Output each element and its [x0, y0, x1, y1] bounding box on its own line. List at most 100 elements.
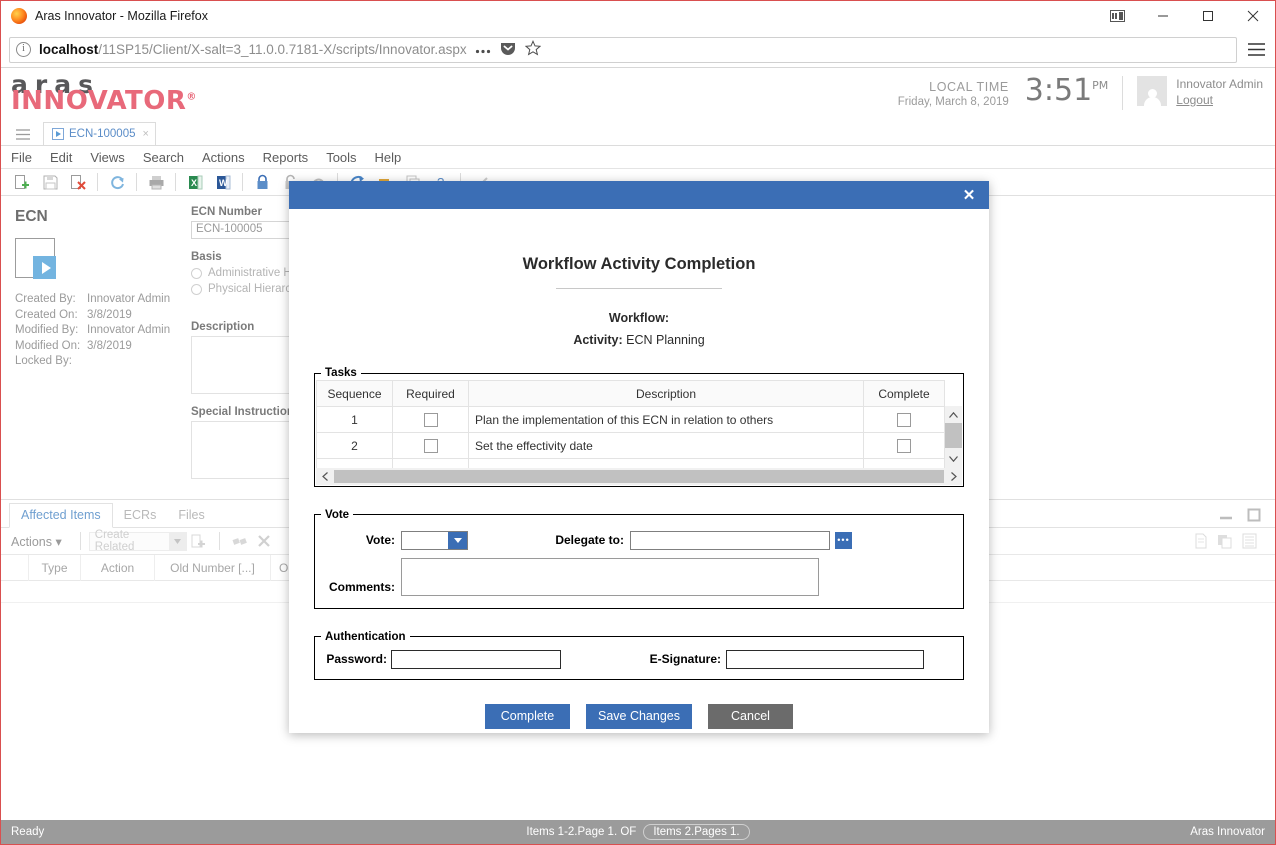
menu-reports[interactable]: Reports: [263, 150, 309, 165]
cell-sequence: 2: [316, 432, 393, 459]
delegate-label: Delegate to:: [555, 533, 624, 547]
vote-select[interactable]: [401, 530, 468, 550]
required-checkbox[interactable]: [423, 412, 438, 427]
scrollbar-thumb[interactable]: [945, 423, 962, 448]
save-icon[interactable]: [37, 170, 63, 194]
window-minimize-button[interactable]: [1140, 1, 1185, 32]
address-bar[interactable]: i localhost/11SP15/Client/X-salt=3_11.0.…: [9, 36, 1237, 63]
th-sequence: Sequence: [316, 380, 393, 407]
export-excel-icon[interactable]: X: [182, 170, 208, 194]
scroll-up-icon[interactable]: [945, 406, 962, 423]
grid-header-old-number[interactable]: Old Number [...]: [155, 554, 271, 581]
menu-tools[interactable]: Tools: [326, 150, 356, 165]
grid-header-type[interactable]: Type: [29, 554, 81, 581]
meta-label: Locked By:: [15, 355, 72, 367]
complete-button[interactable]: Complete: [484, 703, 570, 729]
activity-value: ECN Planning: [626, 333, 705, 347]
export-word-icon[interactable]: W: [210, 170, 236, 194]
radio-icon: [191, 267, 202, 279]
complete-checkbox[interactable]: [897, 438, 911, 453]
save-changes-button[interactable]: Save Changes: [585, 703, 692, 729]
item-thumbnail[interactable]: [15, 238, 56, 279]
page-actions-icon[interactable]: [475, 42, 491, 57]
tasks-vertical-scrollbar[interactable]: [945, 380, 962, 468]
tasks-header-row: Sequence Required Description Complete: [316, 380, 945, 407]
firefox-logo-icon: [11, 8, 27, 24]
logo-registered-mark: ®: [186, 91, 197, 103]
tasks-horizontal-scrollbar[interactable]: [316, 467, 962, 485]
delegate-picker-button[interactable]: •••: [835, 531, 852, 549]
password-field[interactable]: [391, 649, 561, 669]
window-controls: [1095, 1, 1275, 32]
menu-help[interactable]: Help: [375, 150, 402, 165]
cancel-button[interactable]: Cancel: [708, 703, 793, 729]
cell-complete[interactable]: [863, 406, 945, 433]
remove-relationship-icon[interactable]: [252, 530, 276, 552]
scroll-left-icon[interactable]: [316, 468, 333, 485]
local-time-label: LOCAL TIME: [929, 80, 1009, 94]
pocket-icon[interactable]: [500, 40, 516, 59]
cell-required[interactable]: [392, 432, 469, 459]
item-metadata-list: Created By: Innovator Admin Created On: 3/…: [15, 292, 181, 370]
table-row[interactable]: 1 Plan the implementation of this ECN in…: [316, 406, 945, 433]
esignature-label: E-Signature:: [649, 652, 721, 666]
grid-view-icon[interactable]: [1237, 530, 1261, 552]
comments-textarea[interactable]: [401, 557, 819, 596]
site-info-icon[interactable]: i: [16, 42, 31, 57]
main-menu-icon[interactable]: [9, 123, 37, 145]
logout-link[interactable]: Logout: [1176, 93, 1263, 107]
link-relationship-icon[interactable]: [228, 530, 252, 552]
required-checkbox[interactable]: [423, 438, 438, 453]
scroll-down-icon[interactable]: [945, 451, 962, 468]
menu-file[interactable]: File: [11, 150, 32, 165]
cell-required[interactable]: [392, 406, 469, 433]
tab-affected-items[interactable]: Affected Items: [9, 503, 113, 528]
tab-preview-icon[interactable]: [1095, 1, 1140, 32]
lock-icon[interactable]: [249, 170, 275, 194]
bookmark-star-icon[interactable]: [524, 40, 541, 59]
tab-close-icon[interactable]: ×: [142, 128, 148, 140]
panel-maximize-icon[interactable]: [1247, 508, 1261, 527]
delegate-to-input[interactable]: [630, 530, 830, 550]
vote-field-row: Vote: Delegate to: •••: [315, 530, 963, 550]
copy-row-icon[interactable]: [1189, 530, 1213, 552]
add-relationship-icon[interactable]: [187, 530, 211, 552]
scroll-right-icon[interactable]: [945, 468, 962, 485]
radio-icon: [191, 283, 202, 295]
window-close-button[interactable]: [1230, 1, 1275, 32]
menu-search[interactable]: Search: [143, 150, 184, 165]
paste-row-icon[interactable]: [1213, 530, 1237, 552]
menu-edit[interactable]: Edit: [50, 150, 72, 165]
tasks-group: Tasks Sequence Required Description Comp…: [314, 367, 964, 487]
scrollbar-thumb[interactable]: [334, 469, 944, 483]
panel-minimize-icon[interactable]: [1219, 509, 1233, 527]
print-icon[interactable]: [143, 170, 169, 194]
menu-views[interactable]: Views: [90, 150, 124, 165]
status-pages-badge[interactable]: Items 2.Pages 1.: [643, 824, 750, 840]
tab-ecn-100005[interactable]: ECN-100005 ×: [43, 122, 156, 145]
cell-complete[interactable]: [863, 432, 945, 459]
esignature-field[interactable]: [726, 649, 924, 669]
item-summary-panel: ECN Created By: Innovator Admin Created O…: [1, 196, 181, 370]
menu-actions[interactable]: Actions: [202, 150, 245, 165]
chevron-down-icon[interactable]: [448, 531, 467, 549]
close-icon[interactable]: ✕: [955, 181, 983, 209]
new-item-icon[interactable]: [9, 170, 35, 194]
status-paging: Items 1-2.Page 1. OF Items 2.Pages 1.: [1, 824, 1275, 840]
grid-header-action[interactable]: Action: [81, 554, 155, 581]
complete-checkbox[interactable]: [897, 412, 911, 427]
tab-ecrs[interactable]: ECRs: [113, 504, 168, 527]
dialog-body: Workflow Activity Completion Workflow: A…: [289, 255, 989, 729]
window-maximize-button[interactable]: [1185, 1, 1230, 32]
create-related-dropdown[interactable]: Create Related: [88, 529, 187, 553]
actions-dropdown[interactable]: Actions ▾: [11, 534, 62, 549]
delete-icon[interactable]: [65, 170, 91, 194]
refresh-icon[interactable]: [104, 170, 130, 194]
browser-urlbar-row: i localhost/11SP15/Client/X-salt=3_11.0.…: [1, 32, 1275, 68]
tab-files[interactable]: Files: [167, 504, 215, 527]
vote-label: Vote:: [365, 533, 395, 547]
table-row[interactable]: 2 Set the effectivity date: [316, 432, 945, 459]
cell-sequence: 1: [316, 406, 393, 433]
browser-menu-icon[interactable]: [1243, 37, 1269, 63]
tasks-table-wrapper: Sequence Required Description Complete 1…: [315, 379, 963, 468]
